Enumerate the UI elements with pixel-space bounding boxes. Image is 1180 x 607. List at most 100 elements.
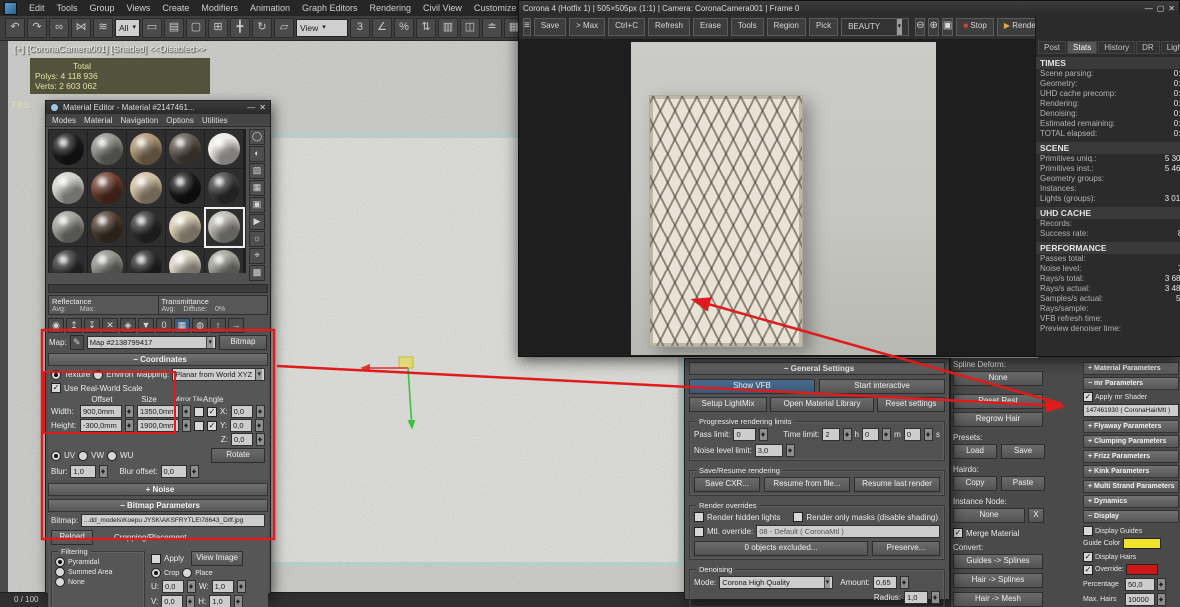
spline-deform-button[interactable]: None	[953, 371, 1043, 386]
bitmap-path-field[interactable]: ...dd_models\Koepu JYSK\AKSFRYTLE\78643_…	[81, 514, 265, 527]
vfb-menu-icon[interactable]: ≡	[523, 18, 531, 36]
select-object-icon[interactable]: ▭	[142, 18, 162, 38]
material-slot[interactable]	[205, 247, 243, 273]
tab-lightmix[interactable]: LightMix	[1161, 41, 1180, 54]
radius-field[interactable]: 1,0	[904, 591, 928, 604]
rollout-mr-parameters[interactable]: mr Parameters	[1083, 377, 1179, 390]
hairdo-paste-button[interactable]: Paste	[1001, 476, 1045, 491]
vw-radio[interactable]	[78, 451, 88, 461]
instance-node-button[interactable]: None	[953, 508, 1025, 523]
percent-snap-icon[interactable]: %	[394, 18, 414, 38]
material-slot[interactable]	[49, 169, 87, 207]
height-offset-spinner[interactable]	[125, 419, 134, 432]
x-angle-field[interactable]: 0,0	[231, 405, 253, 418]
mirror-v-checkbox[interactable]	[194, 421, 204, 431]
align-icon[interactable]: ≐	[482, 18, 502, 38]
w-field[interactable]: 1,0	[212, 580, 234, 593]
width-offset-field[interactable]: 900,0mm	[80, 405, 122, 418]
spinner-snap-icon[interactable]: ⇅	[416, 18, 436, 38]
window-crossing-icon[interactable]: ⊞	[208, 18, 228, 38]
menu-item[interactable]: Edit	[23, 2, 51, 14]
time-limit-h-field[interactable]: 2	[822, 428, 839, 441]
menu-item[interactable]: Animation	[244, 2, 296, 14]
z-angle-field[interactable]: 0,0	[231, 433, 253, 446]
width-offset-spinner[interactable]	[125, 405, 134, 418]
summed-area-radio[interactable]	[55, 567, 65, 577]
pass-limit-field[interactable]: 0	[733, 428, 756, 441]
menu-item[interactable]: Graph Editors	[296, 2, 364, 14]
reload-button[interactable]: Reload	[51, 530, 93, 545]
z-angle-spinner[interactable]	[256, 433, 265, 446]
make-unique-icon[interactable]: ◈	[120, 318, 136, 333]
go-to-parent-icon[interactable]: ↑	[210, 318, 226, 333]
setup-lightmix-button[interactable]: Setup LightMix	[689, 397, 767, 412]
crop-radio[interactable]	[151, 568, 161, 578]
rollout-frizz-parameters[interactable]: Frizz Parameters	[1083, 450, 1179, 463]
menu-item[interactable]: Tools	[51, 2, 84, 14]
vfb-toolbar-button[interactable]: > Max	[569, 18, 605, 36]
blur-field[interactable]: 1,0	[70, 465, 96, 478]
regrow-hair-button[interactable]: Regrow Hair	[953, 412, 1043, 427]
tab-post[interactable]: Post	[1038, 41, 1066, 54]
material-id-icon[interactable]: 0	[156, 318, 172, 333]
snap-toggle-icon[interactable]: 3	[350, 18, 370, 38]
vfb-titlebar[interactable]: Corona 4 (Hotfix 1) | 505×505px (1:1) | …	[519, 1, 1179, 15]
environ-radio[interactable]	[93, 370, 103, 380]
override-color-swatch[interactable]	[1126, 564, 1158, 575]
render-element-dropdown[interactable]: BEAUTY	[841, 18, 909, 36]
blur-offset-spinner[interactable]	[190, 465, 199, 478]
material-editor-menu-item[interactable]: Modes	[52, 116, 76, 125]
save-cxr-button[interactable]: Save CXR...	[694, 477, 760, 492]
percentage-field[interactable]: 50,0	[1125, 578, 1155, 591]
material-editor-menu-item[interactable]: Navigation	[120, 116, 158, 125]
selection-filter-dropdown[interactable]: All	[115, 19, 140, 37]
background-icon[interactable]: ▨	[249, 163, 265, 179]
h-field[interactable]: 1,0	[209, 595, 231, 607]
menu-item[interactable]: Modifiers	[195, 2, 244, 14]
zoom-in-icon[interactable]: ⊕	[928, 18, 938, 36]
rollout-clumping-parameters[interactable]: Clumping Parameters	[1083, 435, 1179, 448]
rollout-multi-strand-parameters[interactable]: Multi Strand Parameters	[1083, 480, 1179, 493]
get-material-icon[interactable]: ◉	[48, 318, 64, 333]
undo-icon[interactable]: ↶	[5, 18, 25, 38]
mirror-u-checkbox[interactable]	[194, 407, 204, 417]
amount-field[interactable]: 0,65	[873, 576, 897, 589]
mirror-icon[interactable]: ◫	[460, 18, 480, 38]
select-by-material-icon[interactable]: ⌖	[249, 248, 265, 264]
rollout-flyaway-parameters[interactable]: Flyaway Parameters	[1083, 420, 1179, 433]
material-slot[interactable]	[49, 130, 87, 168]
material-editor-menu-item[interactable]: Options	[166, 116, 194, 125]
noise-limit-spinner[interactable]	[786, 444, 795, 457]
mr-shader-field[interactable]: 147461930 ( CoronaHairMtl )	[1083, 404, 1179, 417]
reset-map-icon[interactable]: ✕	[102, 318, 118, 333]
go-forward-icon[interactable]: →	[228, 318, 244, 333]
vfb-toolbar-button[interactable]: Refresh	[648, 18, 690, 36]
y-angle-field[interactable]: 0,0	[230, 419, 252, 432]
tile-u-checkbox[interactable]	[207, 407, 217, 417]
pyramidal-radio[interactable]	[55, 557, 65, 567]
backlight-icon[interactable]: ◐	[249, 146, 265, 162]
time-m-spinner[interactable]	[882, 428, 891, 441]
preserve-button[interactable]: Preserve...	[872, 541, 940, 556]
uv-radio[interactable]	[51, 451, 61, 461]
map-name-field[interactable]: Map #2138799417	[87, 336, 216, 349]
time-limit-s-field[interactable]: 0	[904, 428, 921, 441]
put-to-scene-icon[interactable]: ↥	[66, 318, 82, 333]
material-slot[interactable]	[166, 247, 204, 273]
apply-crop-checkbox[interactable]	[151, 554, 161, 564]
noise-rollout[interactable]: Noise	[48, 483, 268, 496]
radius-spinner[interactable]	[931, 591, 940, 604]
rollout-display[interactable]: Display	[1083, 510, 1179, 523]
material-slot[interactable]	[88, 169, 126, 207]
bitmap-parameters-rollout[interactable]: Bitmap Parameters	[48, 499, 268, 512]
view-image-button[interactable]: View Image	[191, 551, 243, 566]
texture-radio[interactable]	[51, 370, 61, 380]
menu-item[interactable]: Customize	[468, 2, 523, 14]
time-limit-m-field[interactable]: 0	[862, 428, 879, 441]
assign-to-selection-icon[interactable]: ↧	[84, 318, 100, 333]
material-slot[interactable]	[127, 169, 165, 207]
general-settings-rollout[interactable]: General Settings	[689, 362, 945, 375]
v-field[interactable]: 0,0	[161, 595, 183, 607]
guide-color-swatch[interactable]	[1123, 538, 1161, 549]
height-size-field[interactable]: 1900,0mm	[137, 419, 179, 432]
